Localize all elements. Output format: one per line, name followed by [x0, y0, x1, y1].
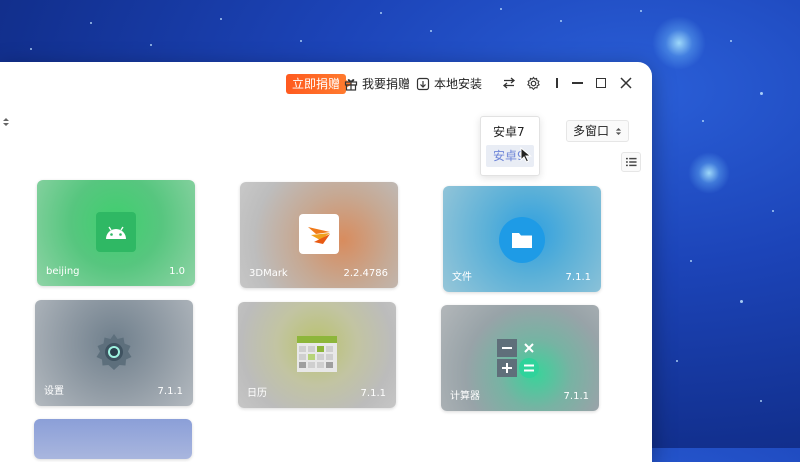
- 3dmark-icon: [299, 214, 339, 258]
- app-card-settings[interactable]: 设置 7.1.1: [35, 300, 193, 406]
- select-arrows-icon: [615, 127, 622, 135]
- version-option-android7[interactable]: 安卓7: [486, 121, 534, 143]
- donate-now-button[interactable]: 立即捐赠: [286, 74, 353, 94]
- app-window: 立即捐赠 我要捐赠 本地安装 安卓7 安卓9 多窗口 beijing 1.0 3…: [0, 62, 652, 462]
- gear-icon: [91, 330, 137, 380]
- app-name: 文件: [452, 272, 472, 283]
- app-name: beijing: [46, 266, 80, 277]
- i-want-donate-label: 我要捐赠: [362, 77, 411, 91]
- title-bar: 立即捐赠 我要捐赠 本地安装: [0, 62, 652, 108]
- app-name: 日历: [247, 388, 267, 399]
- android-icon: [96, 212, 136, 256]
- list-view-icon[interactable]: [621, 152, 641, 172]
- settings-gear-icon[interactable]: [524, 74, 542, 92]
- app-version: 7.1.1: [360, 388, 386, 399]
- app-name: 设置: [44, 386, 64, 397]
- app-version: 7.1.1: [157, 386, 183, 397]
- app-name: 计算器: [450, 391, 480, 402]
- folder-icon: [498, 216, 546, 268]
- android-version-dropdown[interactable]: 安卓7 安卓9: [480, 116, 540, 176]
- app-version: 7.1.1: [563, 391, 589, 402]
- app-card-calculator[interactable]: 计算器 7.1.1: [441, 305, 599, 411]
- calculator-icon: [495, 335, 545, 385]
- multi-window-label: 多窗口: [573, 124, 610, 138]
- app-card-files[interactable]: 文件 7.1.1: [443, 186, 601, 292]
- gift-icon: [344, 78, 358, 91]
- app-version: 2.2.4786: [343, 268, 388, 279]
- app-card-beijing[interactable]: beijing 1.0: [37, 180, 195, 286]
- divider-icon: [548, 74, 566, 92]
- app-card-3dmark[interactable]: 3DMark 2.2.4786: [240, 182, 398, 288]
- app-version: 1.0: [169, 266, 185, 277]
- app-card-partial[interactable]: [34, 419, 192, 459]
- minimize-icon[interactable]: [568, 74, 586, 92]
- app-name: 3DMark: [249, 268, 288, 279]
- calendar-icon: [294, 330, 340, 380]
- i-want-donate-button[interactable]: 我要捐赠: [344, 75, 410, 92]
- local-install-label: 本地安装: [434, 77, 483, 91]
- download-icon: [416, 77, 430, 90]
- multi-window-select[interactable]: 多窗口: [566, 120, 630, 142]
- app-card-calendar[interactable]: 日历 7.1.1: [238, 302, 396, 408]
- app-version: 7.1.1: [565, 272, 591, 283]
- switch-icon[interactable]: [500, 74, 518, 92]
- sort-arrows-icon[interactable]: [2, 116, 10, 131]
- maximize-icon[interactable]: [592, 74, 610, 92]
- close-icon[interactable]: [617, 74, 635, 92]
- local-install-button[interactable]: 本地安装: [416, 75, 482, 92]
